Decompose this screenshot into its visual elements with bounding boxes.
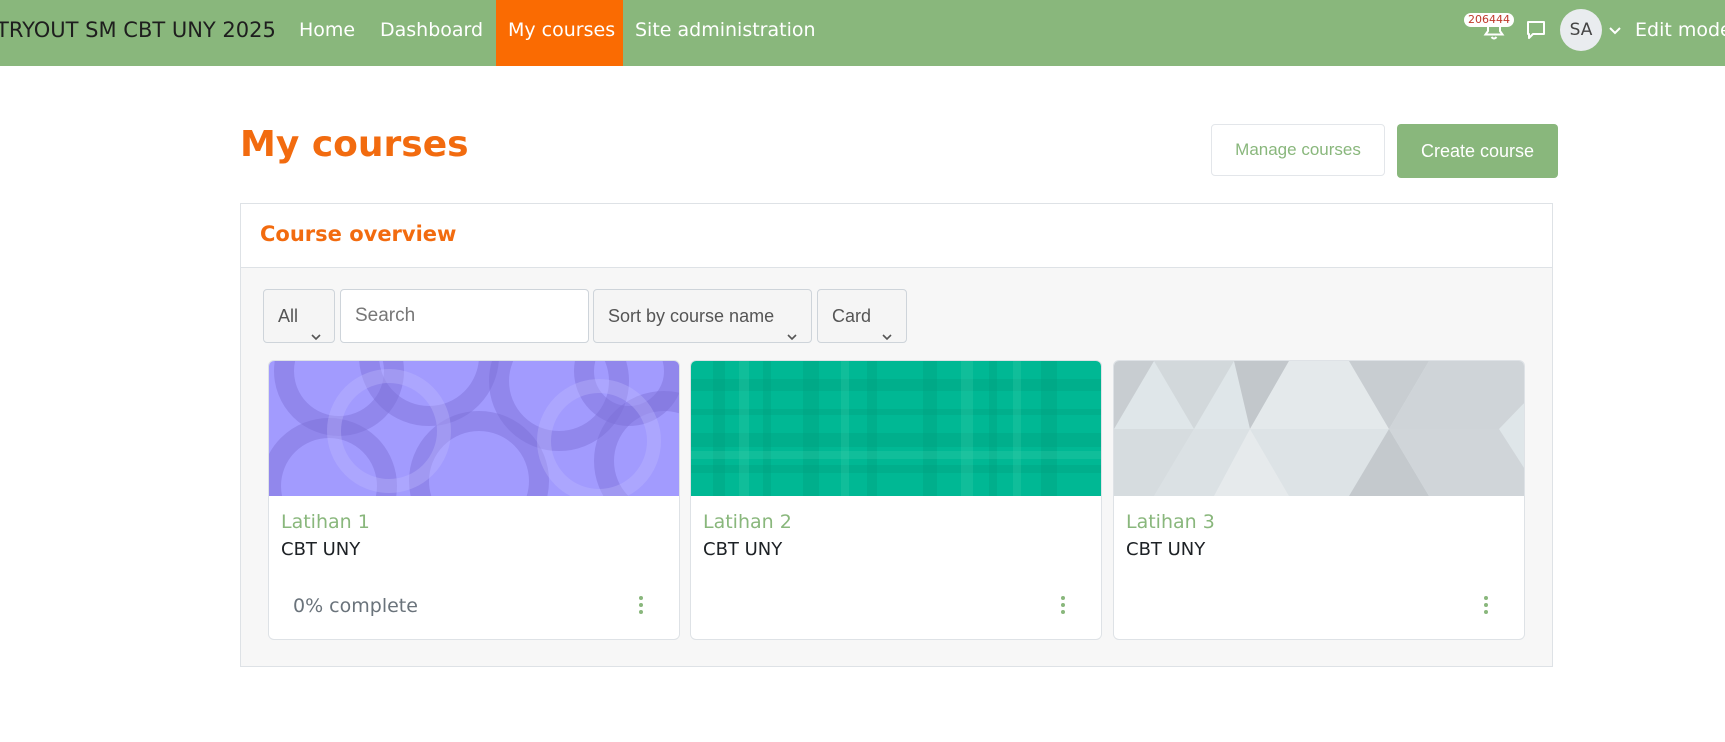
view-mode-dropdown[interactable]: Card [817,289,907,343]
course-image[interactable] [1114,361,1524,496]
course-name-link[interactable]: Latihan 3 [1126,511,1215,533]
course-card[interactable]: Latihan 2 CBT UNY [690,360,1102,640]
top-navbar: TRYOUT SM CBT UNY 2025 Home Dashboard My… [0,0,1725,66]
message-icon[interactable] [1524,18,1548,42]
course-name-link[interactable]: Latihan 1 [281,511,370,533]
course-category: CBT UNY [703,539,783,560]
nav-site-administration[interactable]: Site administration [623,0,828,66]
course-image[interactable] [269,361,679,496]
search-input[interactable] [340,289,589,343]
more-vertical-icon[interactable] [629,593,653,617]
manage-courses-button[interactable]: Manage courses [1211,124,1385,176]
nav-my-courses[interactable]: My courses [496,0,623,66]
nav-home[interactable]: Home [287,0,367,66]
chevron-down-icon [881,311,893,341]
site-name[interactable]: TRYOUT SM CBT UNY 2025 [0,0,276,60]
more-vertical-icon[interactable] [1474,593,1498,617]
view-mode-label: Card [832,306,872,326]
page-title: My courses [240,124,469,165]
notification-count-badge: 206444 [1464,13,1514,27]
grouping-filter-dropdown[interactable]: All [263,289,335,343]
more-vertical-icon[interactable] [1051,593,1075,617]
create-course-button[interactable]: Create course [1397,124,1558,178]
course-name-link[interactable]: Latihan 2 [703,511,792,533]
sort-dropdown[interactable]: Sort by course name [593,289,812,343]
course-progress: 0% complete [293,595,418,617]
block-title: Course overview [260,222,457,246]
block-header: Course overview [241,204,1552,268]
chevron-down-icon [310,311,322,341]
edit-mode-toggle[interactable]: Edit mode [1635,0,1725,60]
course-image[interactable] [691,361,1101,496]
course-category: CBT UNY [281,539,361,560]
chevron-down-icon[interactable] [1608,22,1622,36]
nav-dashboard[interactable]: Dashboard [368,0,495,66]
sort-label: Sort by course name [608,306,775,326]
user-avatar[interactable]: SA [1560,9,1602,51]
course-card[interactable]: Latihan 1 CBT UNY 0% complete [268,360,680,640]
chevron-down-icon [786,311,798,341]
course-card[interactable]: Latihan 3 CBT UNY [1113,360,1525,640]
course-overview-block: Course overview All Sort by course name … [240,203,1553,667]
grouping-filter-label: All [278,306,299,326]
course-category: CBT UNY [1126,539,1206,560]
